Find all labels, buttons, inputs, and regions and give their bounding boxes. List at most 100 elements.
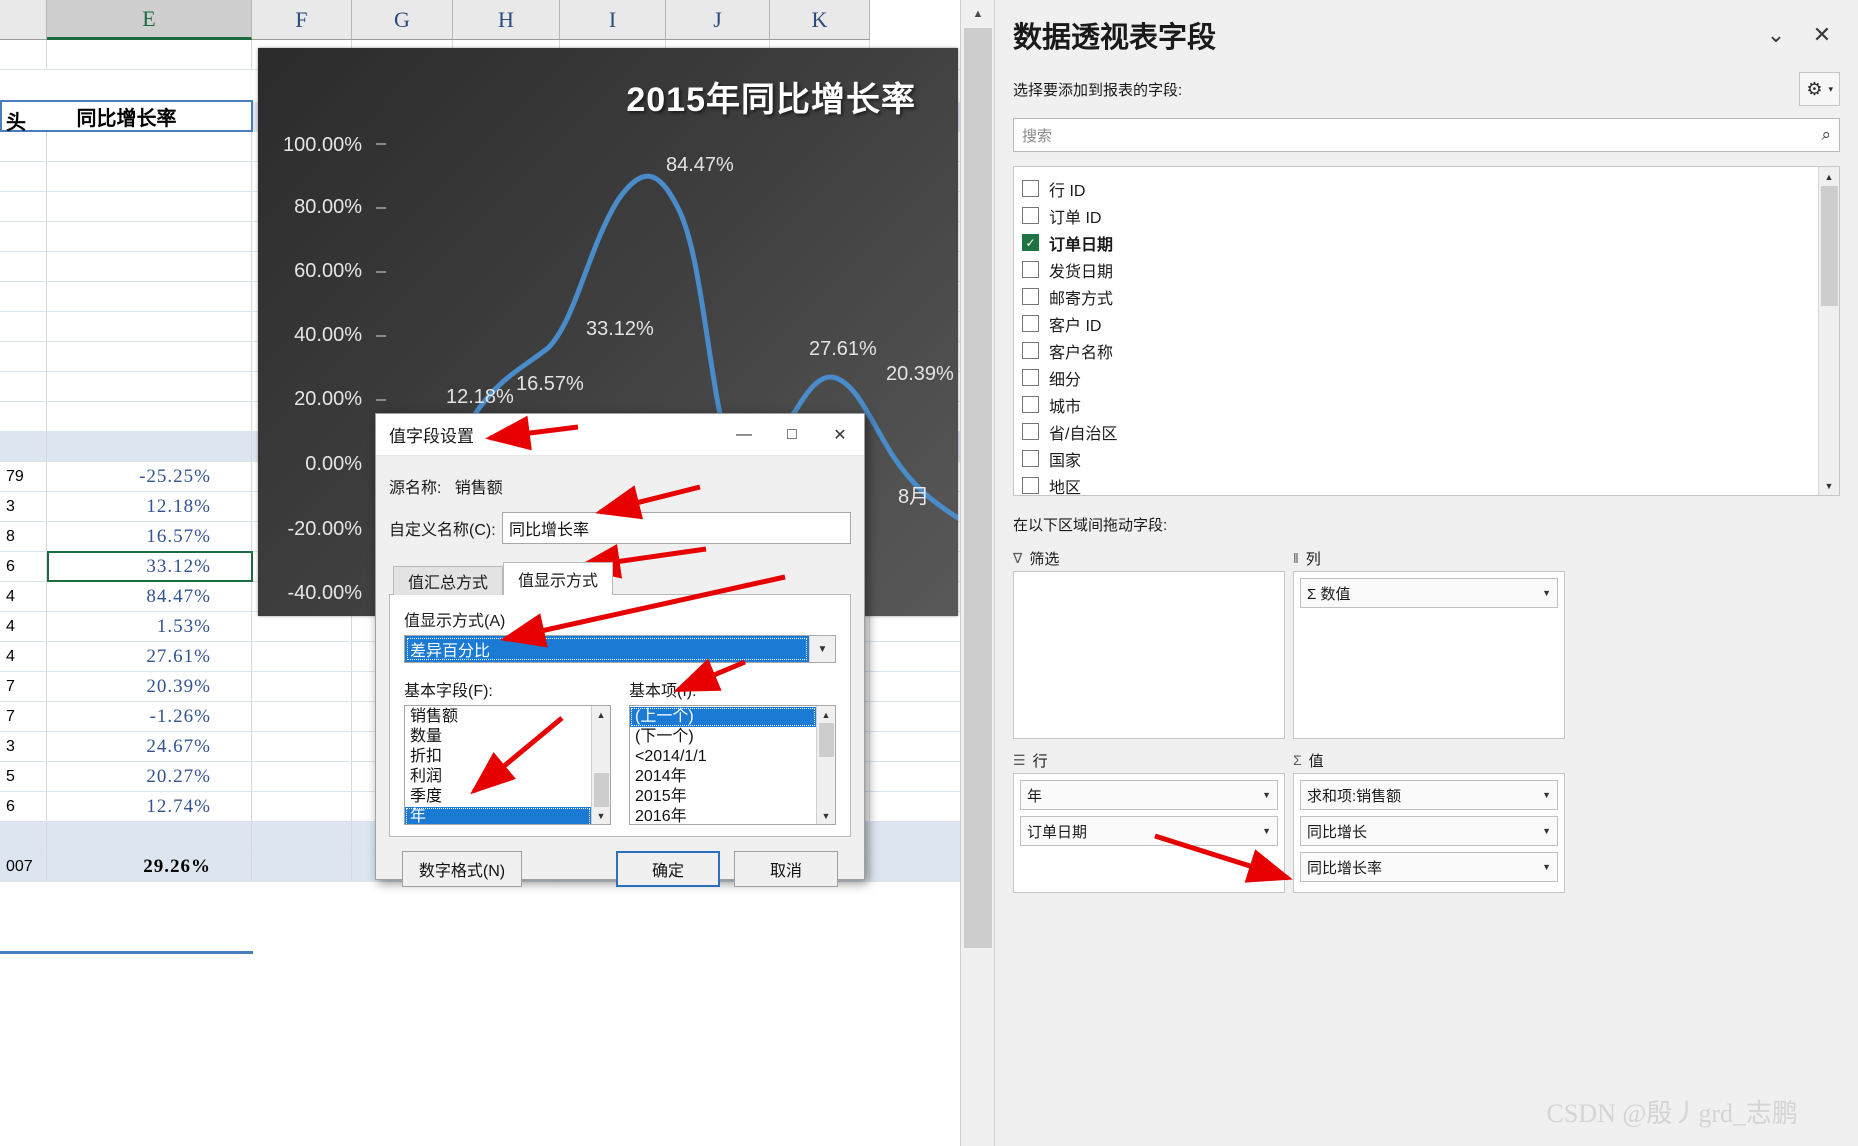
- column-header-corner[interactable]: [0, 0, 47, 40]
- checkbox-checked[interactable]: ✓: [1022, 234, 1039, 251]
- checkbox[interactable]: [1022, 288, 1039, 305]
- scroll-down-icon[interactable]: ▼: [592, 807, 610, 824]
- zone-filters-body[interactable]: [1013, 571, 1285, 739]
- field-row-region[interactable]: 地区: [1022, 472, 1818, 495]
- list-item[interactable]: <2014/1/1: [630, 747, 816, 767]
- growth-rate-cell[interactable]: -25.25%: [47, 462, 252, 491]
- column-header-I[interactable]: I: [560, 0, 666, 40]
- checkbox[interactable]: [1022, 207, 1039, 224]
- scroll-up-icon[interactable]: ▲: [1819, 167, 1839, 186]
- list-item[interactable]: (下一个): [630, 727, 816, 747]
- zone-pill-highlighted[interactable]: 同比增长率 ▼: [1300, 852, 1558, 882]
- checkbox[interactable]: [1022, 180, 1039, 197]
- scrollbar-thumb[interactable]: [964, 28, 992, 948]
- scroll-up-icon[interactable]: ▲: [592, 706, 610, 723]
- growth-rate-cell[interactable]: 24.67%: [47, 732, 252, 761]
- checkbox[interactable]: [1022, 423, 1039, 440]
- show-values-as-select[interactable]: 差异百分比 ▼: [404, 635, 836, 663]
- zone-pill[interactable]: 同比增长 ▼: [1300, 816, 1558, 846]
- growth-rate-cell[interactable]: 84.47%: [47, 582, 252, 611]
- column-header-G[interactable]: G: [352, 0, 453, 40]
- tab-summarize-values-by[interactable]: 值汇总方式: [393, 566, 504, 595]
- zone-pill[interactable]: Σ 数值 ▼: [1300, 578, 1558, 608]
- scroll-down-icon[interactable]: ▼: [817, 807, 835, 824]
- zone-values-body[interactable]: 求和项:销售额 ▼ 同比增长 ▼ 同比增长率 ▼: [1293, 773, 1565, 893]
- pivot-header-cell[interactable]: 头 同比增长率: [0, 100, 253, 134]
- custom-name-input[interactable]: 同比增长率: [502, 512, 851, 544]
- checkbox[interactable]: [1022, 315, 1039, 332]
- show-values-as-value[interactable]: 差异百分比: [405, 636, 809, 662]
- active-cell-outline[interactable]: [47, 551, 253, 582]
- list-item-selected[interactable]: (上一个): [630, 707, 816, 727]
- base-item-listbox[interactable]: (上一个) (下一个) <2014/1/1 2014年 2015年 2016年 …: [629, 705, 836, 825]
- zone-columns-body[interactable]: Σ 数值 ▼: [1293, 571, 1565, 739]
- zone-pill[interactable]: 求和项:销售额 ▼: [1300, 780, 1558, 810]
- field-list-scrollbar[interactable]: ▲ ▼: [1818, 167, 1839, 495]
- scroll-up-icon[interactable]: ▲: [817, 706, 835, 723]
- growth-rate-cell[interactable]: 20.27%: [47, 762, 252, 791]
- growth-rate-cell[interactable]: -1.26%: [47, 702, 252, 731]
- chevron-down-icon[interactable]: ▼: [1542, 826, 1551, 836]
- field-row-ship-date[interactable]: 发货日期: [1022, 256, 1818, 283]
- grid-cell[interactable]: [47, 40, 252, 69]
- number-format-button[interactable]: 数字格式(N): [402, 851, 522, 887]
- field-row-segment[interactable]: 细分: [1022, 364, 1818, 391]
- field-row-customer-name[interactable]: 客户名称: [1022, 337, 1818, 364]
- base-item-scrollbar[interactable]: ▲ ▼: [816, 706, 835, 824]
- field-row-customer-id[interactable]: 客户 ID: [1022, 310, 1818, 337]
- checkbox[interactable]: [1022, 342, 1039, 359]
- scroll-down-icon[interactable]: ▼: [1819, 476, 1839, 495]
- field-row-order-date[interactable]: ✓ 订单日期: [1022, 229, 1818, 256]
- total-growth-rate-cell[interactable]: 29.26%: [47, 852, 252, 881]
- zone-rows-body[interactable]: 年 ▼ 订单日期 ▼: [1013, 773, 1285, 893]
- column-header-J[interactable]: J: [666, 0, 770, 40]
- minimize-icon[interactable]: —: [720, 414, 768, 456]
- column-header-E[interactable]: E: [47, 0, 252, 40]
- search-icon[interactable]: ⌕: [1821, 125, 1831, 145]
- zone-pill[interactable]: 年 ▼: [1020, 780, 1278, 810]
- field-row-country[interactable]: 国家: [1022, 445, 1818, 472]
- checkbox[interactable]: [1022, 396, 1039, 413]
- base-field-listbox[interactable]: 销售额 数量 折扣 利润 季度 年 ▲ ▼: [404, 705, 611, 825]
- growth-rate-cell[interactable]: 16.57%: [47, 522, 252, 551]
- growth-rate-cell-active[interactable]: 12.18%: [47, 492, 252, 521]
- chevron-down-icon[interactable]: ▾: [1828, 84, 1833, 95]
- list-item[interactable]: 2014年: [630, 767, 816, 787]
- checkbox[interactable]: [1022, 477, 1039, 494]
- list-item[interactable]: 季度: [405, 787, 591, 807]
- field-row-hang-id[interactable]: 行 ID: [1022, 175, 1818, 202]
- cancel-button[interactable]: 取消: [734, 851, 838, 887]
- zone-pill[interactable]: 订单日期 ▼: [1020, 816, 1278, 846]
- field-row-order-id[interactable]: 订单 ID: [1022, 202, 1818, 229]
- list-item[interactable]: 数量: [405, 727, 591, 747]
- list-item[interactable]: 利润: [405, 767, 591, 787]
- field-list[interactable]: 行 ID 订单 ID ✓ 订单日期 发货日期 邮寄方式 客户 ID 客户名称 细分…: [1013, 166, 1840, 496]
- column-header-H[interactable]: H: [453, 0, 560, 40]
- column-header-K[interactable]: K: [770, 0, 870, 40]
- tab-show-values-as[interactable]: 值显示方式: [503, 562, 614, 595]
- gear-icon[interactable]: ⚙: [1806, 79, 1822, 100]
- close-icon[interactable]: ✕: [816, 414, 864, 456]
- chevron-down-icon[interactable]: ▼: [1542, 862, 1551, 872]
- sheet-vertical-scrollbar[interactable]: ▲: [960, 0, 995, 1146]
- checkbox[interactable]: [1022, 369, 1039, 386]
- scrollbar-thumb[interactable]: [594, 773, 609, 807]
- scrollbar-thumb[interactable]: [1821, 186, 1838, 306]
- scroll-up-icon[interactable]: ▲: [961, 0, 995, 28]
- search-box[interactable]: 搜索 ⌕: [1013, 118, 1840, 152]
- value-field-settings-dialog[interactable]: 值字段设置 — □ ✕ 源名称: 销售额 自定义名称(C): 同比增长率 值汇总…: [375, 413, 865, 887]
- column-header-F[interactable]: F: [252, 0, 352, 40]
- pane-settings-button[interactable]: ⚙ ▾: [1799, 72, 1840, 106]
- zone-columns[interactable]: ‖ 列 Σ 数值 ▼: [1293, 545, 1565, 739]
- checkbox[interactable]: [1022, 261, 1039, 278]
- growth-rate-cell[interactable]: 1.53%: [47, 612, 252, 641]
- list-item[interactable]: 2015年: [630, 787, 816, 807]
- pivottable-fields-pane[interactable]: 数据透视表字段 ⌄ ✕ 选择要添加到报表的字段: ⚙ ▾ 搜索 ⌕ 行 ID 订…: [994, 0, 1858, 1146]
- chevron-down-icon[interactable]: ▼: [809, 636, 835, 662]
- chevron-down-icon[interactable]: ▼: [1542, 588, 1551, 598]
- list-item[interactable]: 销售额: [405, 707, 591, 727]
- chevron-down-icon[interactable]: ▼: [1262, 790, 1271, 800]
- list-item[interactable]: 折扣: [405, 747, 591, 767]
- zone-rows[interactable]: ☰ 行 年 ▼ 订单日期 ▼: [1013, 747, 1285, 893]
- field-row-city[interactable]: 城市: [1022, 391, 1818, 418]
